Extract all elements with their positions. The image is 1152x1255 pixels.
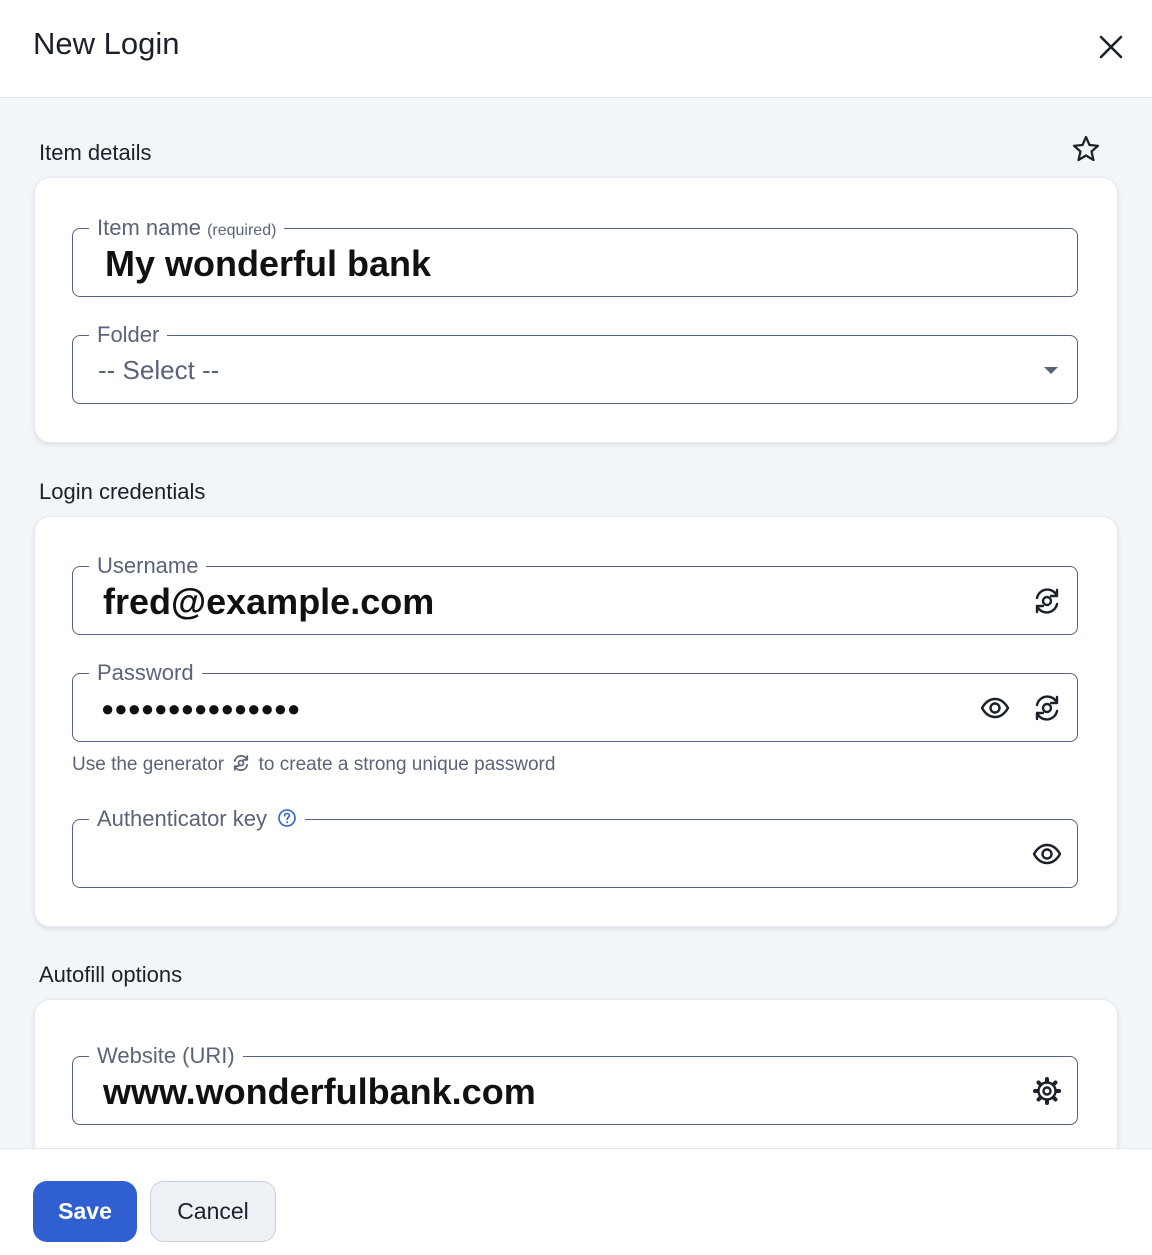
- dialog-title: New Login: [33, 26, 180, 61]
- password-hint: Use the generator to create a strong uni…: [72, 754, 556, 775]
- password-label: Password: [89, 660, 202, 686]
- item-name-field[interactable]: Item name (required) My wonderful bank: [72, 215, 1078, 297]
- item-name-label: Item name (required): [89, 215, 285, 244]
- password-field[interactable]: Password ●●●●●●●●●●●●●●●: [72, 660, 1078, 742]
- gear-icon[interactable]: [1031, 1075, 1063, 1107]
- help-icon[interactable]: [277, 808, 297, 828]
- item-name-value: My wonderful bank: [105, 243, 432, 284]
- folder-selected-value: -- Select --: [98, 355, 220, 385]
- chevron-down-icon: [1039, 358, 1063, 382]
- folder-select[interactable]: Folder -- Select --: [72, 322, 1078, 404]
- autofill-options-heading: Autofill options: [39, 962, 183, 987]
- eye-icon[interactable]: [1031, 838, 1063, 870]
- item-details-heading: Item details: [39, 140, 152, 165]
- folder-label: Folder: [89, 322, 168, 348]
- authenticator-key-field[interactable]: Authenticator key: [72, 806, 1078, 888]
- username-label: Username: [89, 553, 207, 579]
- username-value: fred@example.com: [103, 581, 435, 622]
- dialog-header: New Login: [0, 0, 1152, 98]
- eye-icon[interactable]: [979, 692, 1011, 724]
- website-uri-value: www.wonderfulbank.com: [103, 1071, 536, 1112]
- close-icon[interactable]: [1094, 30, 1128, 64]
- website-uri-field[interactable]: Website (URI) www.wonderfulbank.com: [72, 1043, 1078, 1125]
- password-masked-value: ●●●●●●●●●●●●●●●: [101, 696, 301, 721]
- generator-icon[interactable]: [1031, 692, 1063, 724]
- required-marker: (required): [207, 222, 277, 239]
- login-credentials-heading: Login credentials: [39, 479, 206, 504]
- generator-icon[interactable]: [1031, 585, 1063, 617]
- authenticator-key-label: Authenticator key: [89, 806, 306, 832]
- dialog-footer: Save Cancel: [0, 1148, 1152, 1255]
- website-uri-label: Website (URI): [89, 1043, 243, 1069]
- star-icon[interactable]: [1070, 133, 1102, 165]
- cancel-button[interactable]: Cancel: [150, 1181, 276, 1242]
- username-field[interactable]: Username fred@example.com: [72, 553, 1078, 635]
- generator-icon: [234, 755, 249, 771]
- save-button[interactable]: Save: [33, 1181, 137, 1242]
